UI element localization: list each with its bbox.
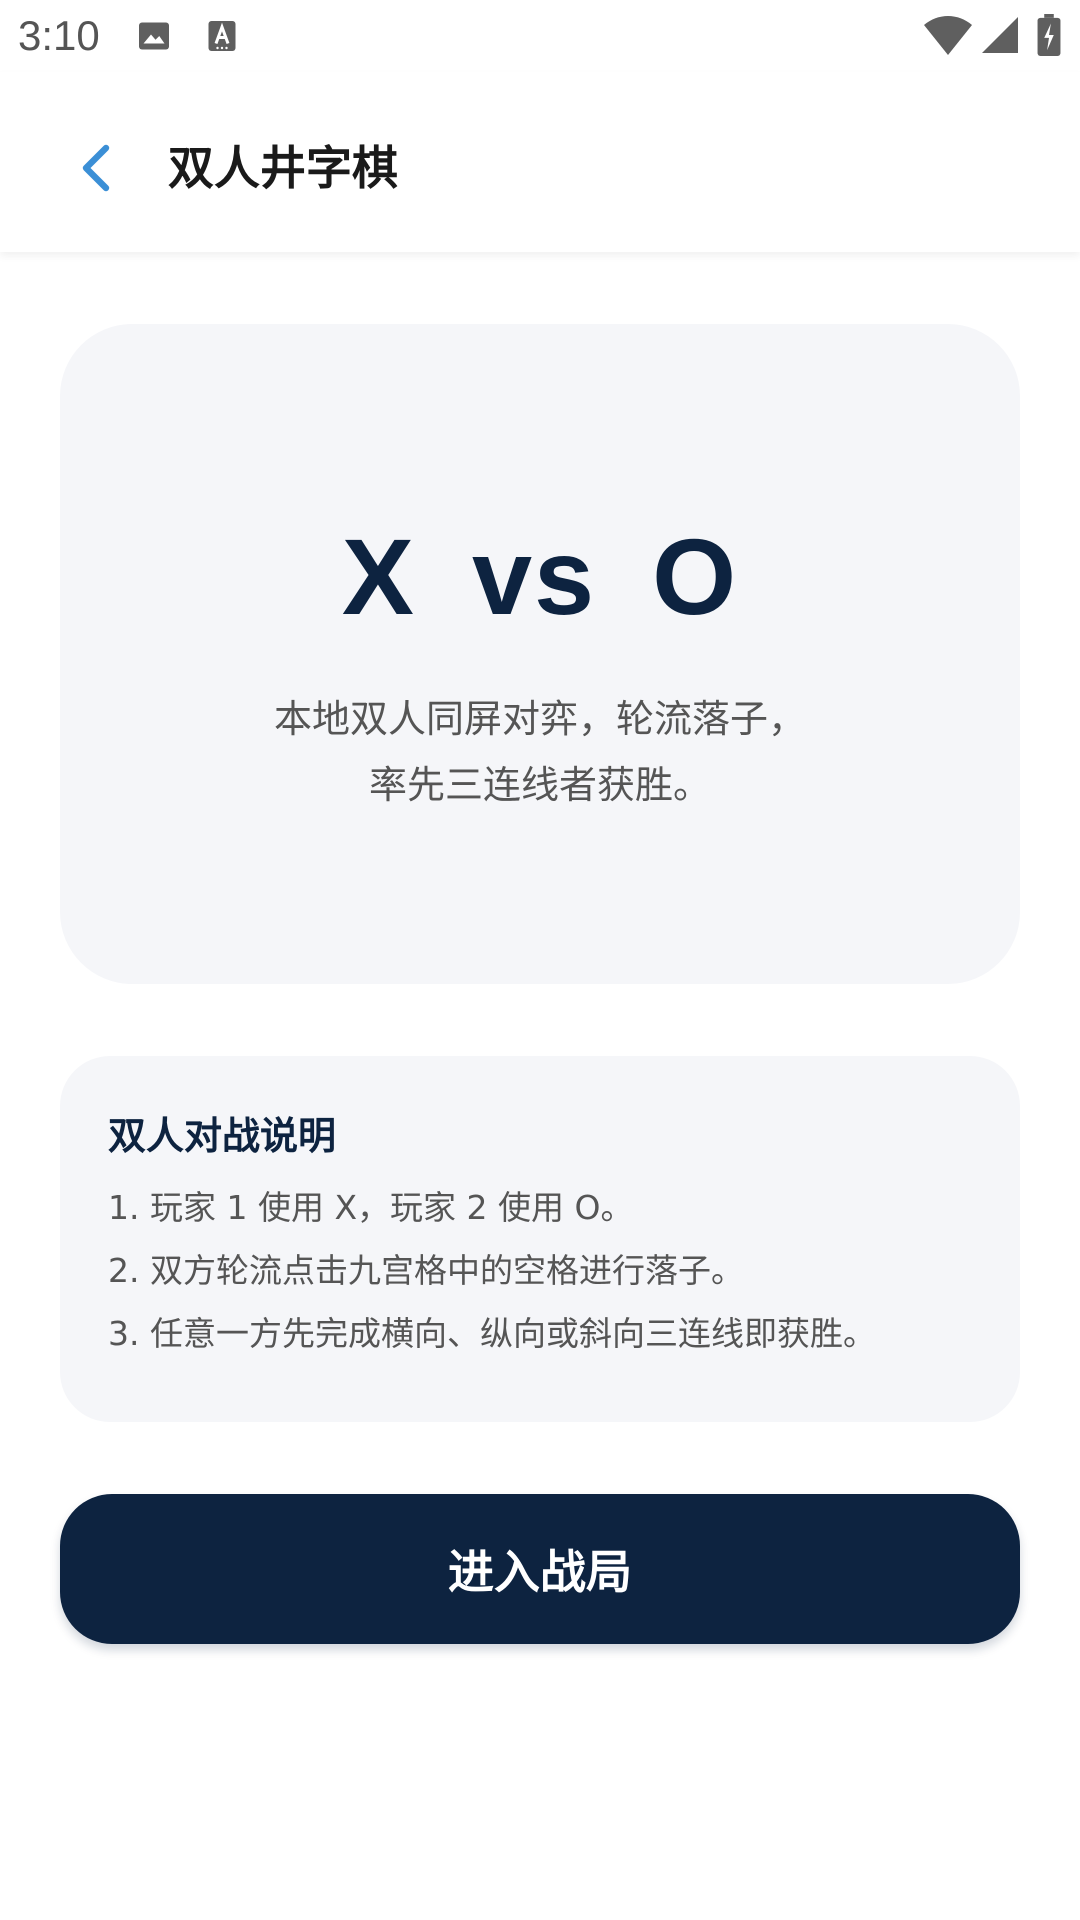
rule-item-3: 3. 任意一方先完成横向、纵向或斜向三连线即获胜。: [108, 1314, 876, 1353]
back-button[interactable]: [60, 132, 132, 204]
battery-icon: [1037, 14, 1061, 56]
hero-card: Xvs O 本地双人同屏对弈，轮流落子， 率先三连线者获胜。: [60, 324, 1020, 984]
rule-item-2: 2. 双方轮流点击九宫格中的空格进行落子。: [108, 1251, 744, 1290]
app-bar: 双人井字棋: [0, 72, 1080, 252]
vs-heading: Xvs O: [60, 514, 1020, 639]
rules-card: 双人对战说明 1. 玩家 1 使用 X，玩家 2 使用 O。 2. 双方轮流点击…: [60, 1056, 1020, 1422]
rule-item-1: 1. 玩家 1 使用 X，玩家 2 使用 O。: [108, 1188, 634, 1227]
x-mark: X: [341, 516, 416, 637]
hero-description-line-2: 率先三连线者获胜。: [368, 763, 711, 807]
status-time: 3:10: [18, 12, 100, 59]
image-icon: [139, 22, 169, 50]
text-a-icon: [208, 21, 236, 51]
chevron-left-icon: [82, 144, 110, 192]
hero-description: 本地双人同屏对弈，轮流落子， 率先三连线者获胜。: [60, 686, 1020, 818]
vs-text: vs: [471, 516, 597, 637]
page-title: 双人井字棋: [168, 141, 398, 195]
status-bar: 3:10: [0, 0, 1080, 72]
wifi-icon: [924, 16, 972, 55]
signal-icon: [982, 17, 1018, 53]
hero-description-line-1: 本地双人同屏对弈，轮流落子，: [273, 697, 806, 741]
o-mark: O: [652, 516, 739, 637]
rules-title: 双人对战说明: [108, 1114, 337, 1158]
enter-game-button[interactable]: 进入战局: [60, 1494, 1020, 1644]
